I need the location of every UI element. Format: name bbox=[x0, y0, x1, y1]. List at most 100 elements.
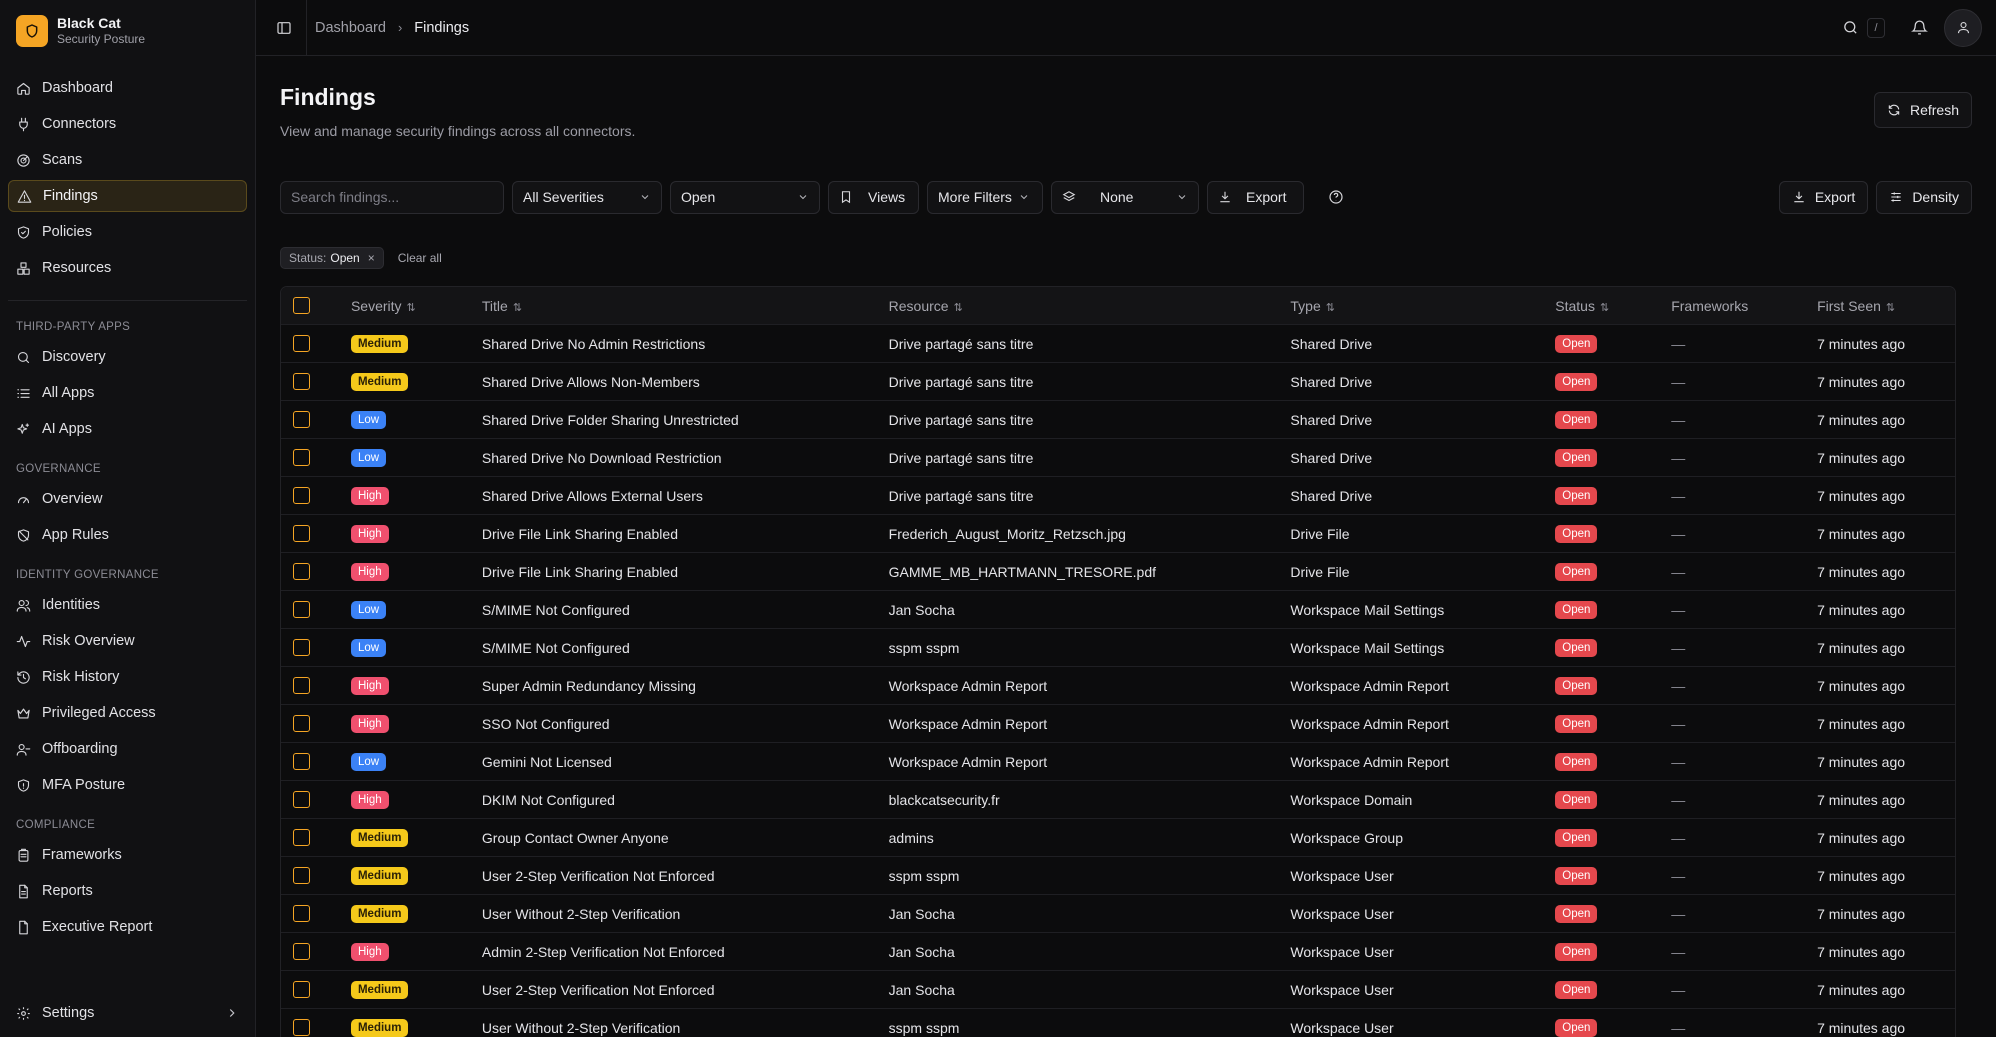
column-header-title[interactable]: Title ⇅ bbox=[482, 298, 889, 314]
sidebar-item-all-apps[interactable]: All Apps bbox=[8, 377, 247, 409]
table-row[interactable]: Medium User 2-Step Verification Not Enfor… bbox=[281, 856, 1955, 894]
sidebar-item-app-rules[interactable]: App Rules bbox=[8, 519, 247, 551]
group-by-select[interactable]: None bbox=[1051, 180, 1199, 214]
table-row[interactable]: Medium Shared Drive Allows Non-Members Dri… bbox=[281, 362, 1955, 400]
table-row[interactable]: Low Shared Drive No Download Restriction D… bbox=[281, 438, 1955, 476]
finding-title[interactable]: SSO Not Configured bbox=[482, 716, 889, 732]
row-checkbox[interactable] bbox=[293, 867, 310, 885]
table-row[interactable]: Medium Shared Drive No Admin Restrictions… bbox=[281, 324, 1955, 362]
views-button[interactable]: Views bbox=[828, 180, 919, 214]
export-button-left[interactable]: Export bbox=[1207, 180, 1304, 214]
table-row[interactable]: High Drive File Link Sharing Enabled GAMME… bbox=[281, 552, 1955, 590]
sidebar-item-risk-history[interactable]: Risk History bbox=[8, 661, 247, 693]
clear-all-link[interactable]: Clear all bbox=[398, 251, 442, 265]
help-circle-icon[interactable] bbox=[1328, 189, 1344, 205]
row-checkbox[interactable] bbox=[293, 525, 310, 543]
finding-title[interactable]: Drive File Link Sharing Enabled bbox=[482, 564, 889, 580]
finding-title[interactable]: Super Admin Redundancy Missing bbox=[482, 678, 889, 694]
finding-title[interactable]: User 2-Step Verification Not Enforced bbox=[482, 868, 889, 884]
table-row[interactable]: High Super Admin Redundancy Missing Worksp… bbox=[281, 666, 1955, 704]
finding-title[interactable]: S/MIME Not Configured bbox=[482, 640, 889, 656]
density-button[interactable]: Density bbox=[1876, 180, 1972, 214]
breadcrumb-root[interactable]: Dashboard bbox=[315, 20, 386, 36]
table-row[interactable]: Low S/MIME Not Configured Jan Socha Workspa… bbox=[281, 590, 1955, 628]
search-input[interactable]: Search findings... bbox=[280, 180, 504, 214]
select-all-checkbox[interactable] bbox=[293, 297, 310, 315]
row-checkbox[interactable] bbox=[293, 829, 310, 847]
table-row[interactable]: High Drive File Link Sharing Enabled Frede… bbox=[281, 514, 1955, 552]
row-checkbox[interactable] bbox=[293, 943, 310, 961]
row-checkbox[interactable] bbox=[293, 791, 310, 809]
column-header-first-seen[interactable]: First Seen ⇅ bbox=[1817, 298, 1955, 314]
sidebar-item-resources[interactable]: Resources bbox=[8, 252, 247, 284]
row-checkbox[interactable] bbox=[293, 1019, 310, 1037]
sidebar-item-policies[interactable]: Policies bbox=[8, 216, 247, 248]
row-checkbox[interactable] bbox=[293, 753, 310, 771]
row-checkbox[interactable] bbox=[293, 373, 310, 391]
finding-title[interactable]: Shared Drive No Download Restriction bbox=[482, 450, 889, 466]
sidebar-item-frameworks[interactable]: Frameworks bbox=[8, 839, 247, 871]
finding-title[interactable]: User Without 2-Step Verification bbox=[482, 1020, 889, 1036]
sidebar-item-identities[interactable]: Identities bbox=[8, 589, 247, 621]
finding-title[interactable]: Shared Drive No Admin Restrictions bbox=[482, 336, 889, 352]
column-header-status[interactable]: Status ⇅ bbox=[1555, 298, 1671, 314]
sidebar-item-dashboard[interactable]: Dashboard bbox=[8, 72, 247, 104]
finding-title[interactable]: Gemini Not Licensed bbox=[482, 754, 889, 770]
table-row[interactable]: Medium Group Contact Owner Anyone admins Wo… bbox=[281, 818, 1955, 856]
table-row[interactable]: Low Gemini Not Licensed Workspace Admin Re… bbox=[281, 742, 1955, 780]
table-row[interactable]: Low Shared Drive Folder Sharing Unrestric… bbox=[281, 400, 1955, 438]
row-checkbox[interactable] bbox=[293, 411, 310, 429]
filter-chip-status[interactable]: Status: Open × bbox=[280, 247, 384, 269]
finding-title[interactable]: DKIM Not Configured bbox=[482, 792, 889, 808]
finding-title[interactable]: Drive File Link Sharing Enabled bbox=[482, 526, 889, 542]
row-checkbox[interactable] bbox=[293, 715, 310, 733]
finding-title[interactable]: User Without 2-Step Verification bbox=[482, 906, 889, 922]
sidebar-item-risk-overview[interactable]: Risk Overview bbox=[8, 625, 247, 657]
finding-title[interactable]: User 2-Step Verification Not Enforced bbox=[482, 982, 889, 998]
table-row[interactable]: High DKIM Not Configured blackcatsecurity.… bbox=[281, 780, 1955, 818]
finding-title[interactable]: Group Contact Owner Anyone bbox=[482, 830, 889, 846]
row-checkbox[interactable] bbox=[293, 335, 310, 353]
sidebar-item-findings[interactable]: Findings bbox=[8, 180, 247, 212]
row-checkbox[interactable] bbox=[293, 449, 310, 467]
close-icon[interactable]: × bbox=[368, 251, 375, 265]
export-button-right[interactable]: Export bbox=[1778, 180, 1869, 214]
table-row[interactable]: High Admin 2-Step Verification Not Enforc… bbox=[281, 932, 1955, 970]
sidebar-item-mfa-posture[interactable]: MFA Posture bbox=[8, 769, 247, 801]
row-checkbox[interactable] bbox=[293, 563, 310, 581]
row-checkbox[interactable] bbox=[293, 487, 310, 505]
sidebar-item-overview[interactable]: Overview bbox=[8, 483, 247, 515]
status-select[interactable]: Open bbox=[670, 180, 820, 214]
column-header-severity[interactable]: Severity ⇅ bbox=[351, 298, 482, 314]
table-row[interactable]: Low S/MIME Not Configured sspm sspm Workspa… bbox=[281, 628, 1955, 666]
sidebar-item-ai-apps[interactable]: AI Apps bbox=[8, 413, 247, 445]
table-row[interactable]: Medium User 2-Step Verification Not Enfor… bbox=[281, 970, 1955, 1008]
severity-select[interactable]: All Severities bbox=[512, 180, 662, 214]
sidebar-item-settings[interactable]: Settings bbox=[0, 989, 255, 1037]
table-row[interactable]: Medium User Without 2-Step Verification Ja… bbox=[281, 894, 1955, 932]
bell-icon[interactable] bbox=[1911, 19, 1928, 36]
sidebar-toggle-icon[interactable] bbox=[276, 20, 292, 36]
table-row[interactable]: High Shared Drive Allows External Users Dr… bbox=[281, 476, 1955, 514]
row-checkbox[interactable] bbox=[293, 677, 310, 695]
sidebar-item-scans[interactable]: Scans bbox=[8, 144, 247, 176]
table-row[interactable]: Medium User Without 2-Step Verification ss… bbox=[281, 1008, 1955, 1037]
row-checkbox[interactable] bbox=[293, 981, 310, 999]
row-checkbox[interactable] bbox=[293, 639, 310, 657]
row-checkbox[interactable] bbox=[293, 905, 310, 923]
brand[interactable]: Black Cat Security Posture bbox=[0, 0, 255, 62]
sidebar-item-discovery[interactable]: Discovery bbox=[8, 341, 247, 373]
refresh-button[interactable]: Refresh bbox=[1873, 92, 1972, 128]
more-filters-button[interactable]: More Filters bbox=[927, 180, 1043, 214]
column-header-resource[interactable]: Resource ⇅ bbox=[889, 298, 1291, 314]
table-row[interactable]: High SSO Not Configured Workspace Admin Re… bbox=[281, 704, 1955, 742]
finding-title[interactable]: Shared Drive Folder Sharing Unrestricted bbox=[482, 412, 889, 428]
finding-title[interactable]: S/MIME Not Configured bbox=[482, 602, 889, 618]
sidebar-item-reports[interactable]: Reports bbox=[8, 875, 247, 907]
search-icon[interactable] bbox=[1842, 19, 1859, 36]
sidebar-item-privileged-access[interactable]: Privileged Access bbox=[8, 697, 247, 729]
avatar[interactable] bbox=[1944, 8, 1982, 47]
sidebar-item-executive-report[interactable]: Executive Report bbox=[8, 911, 247, 943]
finding-title[interactable]: Shared Drive Allows External Users bbox=[482, 488, 889, 504]
row-checkbox[interactable] bbox=[293, 601, 310, 619]
